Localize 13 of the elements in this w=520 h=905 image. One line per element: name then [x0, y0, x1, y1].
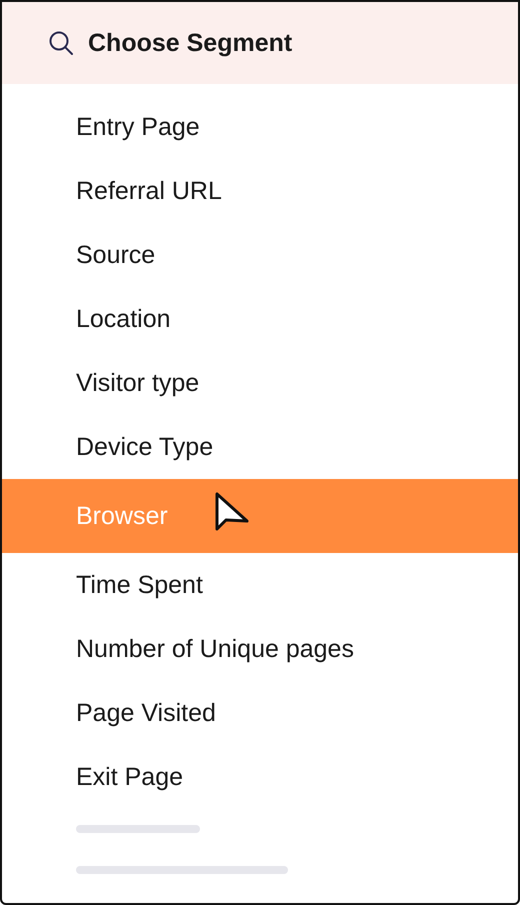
- segment-option[interactable]: Visitor type: [2, 351, 518, 415]
- segment-option[interactable]: Time Spent: [2, 553, 518, 617]
- search-field[interactable]: Choose Segment: [88, 28, 388, 58]
- segment-option[interactable]: Entry Page: [2, 95, 518, 159]
- segment-option[interactable]: Location: [2, 287, 518, 351]
- search-icon: [48, 30, 74, 56]
- search-bar[interactable]: Choose Segment: [2, 2, 518, 84]
- segment-option[interactable]: Source: [2, 223, 518, 287]
- segment-option[interactable]: Page Visited: [2, 681, 518, 745]
- segment-option[interactable]: Device Type: [2, 415, 518, 479]
- segment-option[interactable]: Number of Unique pages: [2, 617, 518, 681]
- segment-option[interactable]: Referral URL: [2, 159, 518, 223]
- segment-option[interactable]: Exit Page: [2, 745, 518, 809]
